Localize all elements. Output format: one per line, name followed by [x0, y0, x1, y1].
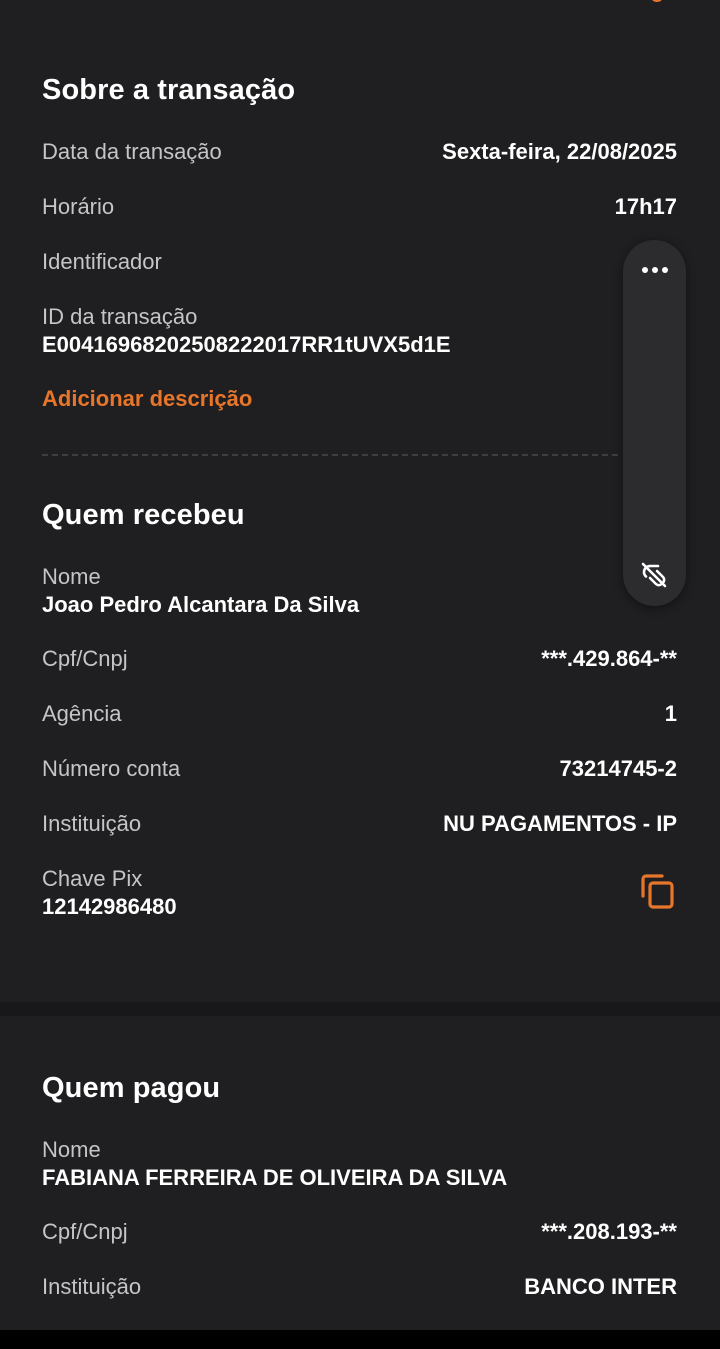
receiver-account-value: 73214745-2	[559, 756, 677, 781]
receiver-agency-value: 1	[664, 701, 677, 726]
section-separator-band	[0, 1002, 720, 1016]
copy-icon[interactable]	[636, 870, 680, 914]
payer-doc-label: Cpf/Cnpj	[42, 1219, 128, 1244]
payer-doc-value: ***.208.193-**	[541, 1219, 677, 1244]
pix-key-value: 12142986480	[42, 894, 177, 919]
payer-institution-label: Instituição	[42, 1274, 142, 1299]
payer-title: Quem pagou	[42, 1072, 221, 1104]
payer-institution-value: BANCO INTER	[524, 1274, 677, 1299]
time-label: Horário	[42, 194, 115, 219]
about-title: Sobre a transação	[42, 74, 296, 106]
txid-label: ID da transação	[42, 304, 198, 329]
about-transaction-section: Sobre a transação Data da transação Sext…	[0, 0, 720, 1002]
receiver-doc-value: ***.429.864-**	[541, 646, 677, 671]
receiver-account-label: Número conta	[42, 756, 181, 781]
receiver-agency-label: Agência	[42, 701, 122, 726]
time-value: 17h17	[614, 194, 677, 219]
txid-value: E00416968202508222017RR1tUVX5d1E	[42, 332, 451, 357]
unlink-icon[interactable]	[638, 559, 670, 591]
top-indicator	[650, 0, 664, 2]
receiver-title: Quem recebeu	[42, 499, 245, 531]
add-description-link[interactable]: Adicionar descrição	[42, 386, 252, 412]
receiver-institution-label: Instituição	[42, 811, 142, 836]
payer-name-value: FABIANA FERREIRA DE OLIVEIRA DA SILVA	[42, 1165, 508, 1190]
section-divider	[42, 454, 618, 456]
floating-toolbar	[623, 240, 686, 606]
receiver-doc-label: Cpf/Cnpj	[42, 646, 128, 671]
pix-key-label: Chave Pix	[42, 866, 143, 891]
receiver-name-label: Nome	[42, 564, 101, 589]
date-label: Data da transação	[42, 139, 222, 164]
receiver-institution-value: NU PAGAMENTOS - IP	[443, 811, 677, 836]
receiver-name-value: Joao Pedro Alcantara Da Silva	[42, 592, 360, 617]
identifier-label: Identificador	[42, 249, 162, 274]
date-value: Sexta-feira, 22/08/2025	[442, 139, 677, 164]
more-horizontal-icon[interactable]	[623, 258, 686, 282]
payer-name-label: Nome	[42, 1137, 101, 1162]
system-nav-bar	[0, 1330, 720, 1349]
payer-section: Quem pagou Nome FABIANA FERREIRA DE OLIV…	[0, 1016, 720, 1330]
